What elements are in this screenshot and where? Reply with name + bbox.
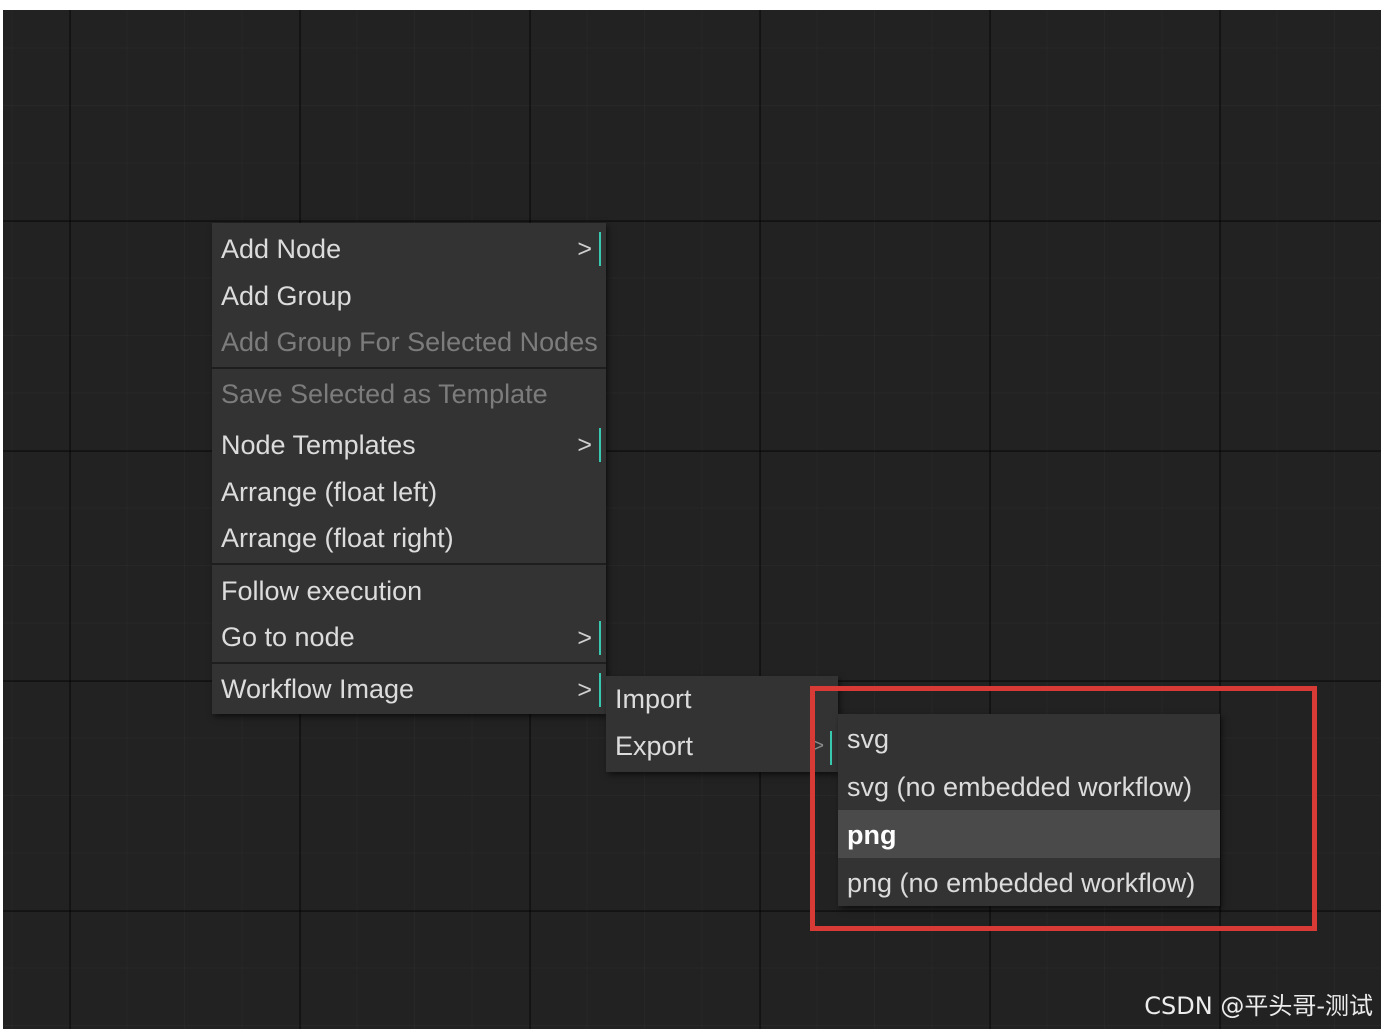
submenu-indicator bbox=[599, 673, 601, 707]
submenu-indicator bbox=[599, 621, 601, 655]
submenu-arrow-icon: > bbox=[577, 676, 592, 704]
menu-item-add-node[interactable]: Add Node > bbox=[212, 223, 606, 270]
menu-item-label: Follow execution bbox=[221, 576, 423, 606]
menu-item-label: Save Selected as Template bbox=[221, 379, 548, 409]
annotation-box bbox=[810, 686, 1317, 931]
menu-item-add-group[interactable]: Add Group bbox=[212, 270, 606, 317]
menu-item-label: Arrange (float right) bbox=[221, 523, 454, 553]
menu-item-arrange-float-left[interactable]: Arrange (float left) bbox=[212, 466, 606, 513]
menu-item-label: Export bbox=[615, 731, 694, 761]
menu-item-label: Workflow Image bbox=[221, 674, 415, 704]
menu-item-label: Add Node bbox=[221, 234, 342, 264]
menu-item-follow-execution[interactable]: Follow execution bbox=[212, 565, 606, 612]
menu-item-label: Node Templates bbox=[221, 430, 416, 460]
submenu-arrow-icon: > bbox=[577, 431, 592, 459]
menu-item-arrange-float-right[interactable]: Arrange (float right) bbox=[212, 513, 606, 563]
menu-item-go-to-node[interactable]: Go to node > bbox=[212, 612, 606, 662]
submenu-indicator bbox=[599, 428, 601, 462]
submenu-arrow-icon: > bbox=[577, 624, 592, 652]
menu-item-add-group-for-selected-nodes: Add Group For Selected Nodes bbox=[212, 317, 606, 367]
menu-item-label: Import bbox=[615, 684, 692, 714]
menu-item-label: Add Group For Selected Nodes bbox=[221, 327, 598, 357]
menu-item-label: Add Group bbox=[221, 281, 352, 311]
menu-item-export[interactable]: Export > bbox=[606, 723, 838, 770]
submenu-indicator bbox=[599, 232, 601, 266]
menu-item-node-templates[interactable]: Node Templates > bbox=[212, 419, 606, 466]
menu-item-workflow-image[interactable]: Workflow Image > bbox=[212, 664, 606, 714]
menu-item-import[interactable]: Import bbox=[606, 676, 838, 723]
menu-item-save-selected-as-template: Save Selected as Template bbox=[212, 369, 606, 419]
submenu-arrow-icon: > bbox=[577, 235, 592, 263]
watermark: CSDN @平头哥-测试 bbox=[1144, 992, 1373, 1020]
menu-item-label: Arrange (float left) bbox=[221, 477, 438, 507]
context-menu: Add Node > Add Group Add Group For Selec… bbox=[212, 223, 606, 714]
workflow-image-submenu: Import Export > bbox=[606, 676, 838, 772]
menu-item-label: Go to node bbox=[221, 622, 355, 652]
